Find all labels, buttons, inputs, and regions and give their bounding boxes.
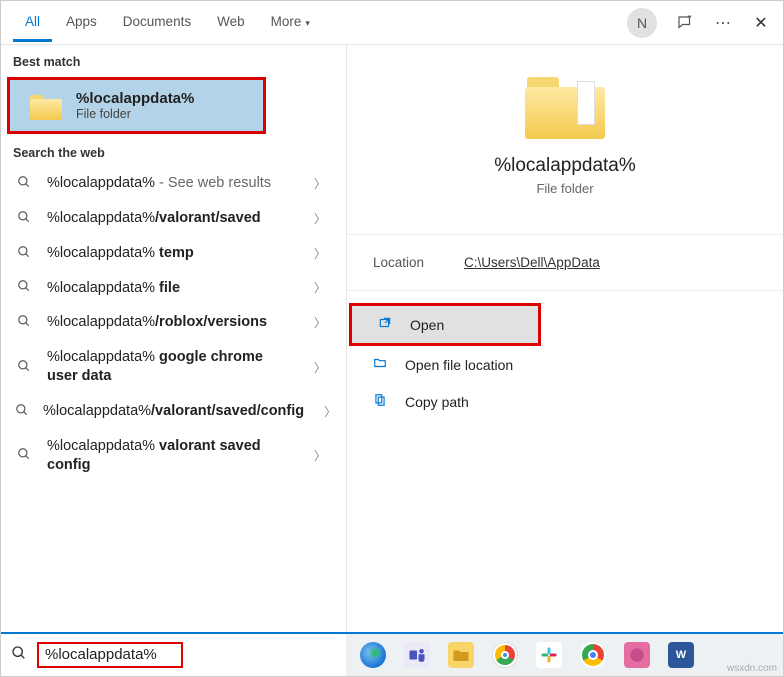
best-match-label: Best match (1, 45, 346, 75)
action-copy-path-label: Copy path (405, 394, 469, 410)
search-icon (15, 245, 33, 262)
close-icon[interactable]: ✕ (751, 13, 771, 33)
search-web-label: Search the web (1, 136, 346, 166)
result-text: %localappdata% - See web results (47, 174, 294, 193)
results-panel: Best match %localappdata% File folder Se… (1, 45, 346, 632)
search-icon (15, 447, 33, 464)
web-result-row[interactable]: %localappdata% google chrome user data 〉 (1, 340, 346, 394)
search-icon (15, 279, 33, 296)
chevron-right-icon[interactable]: 〉 (308, 279, 332, 296)
web-result-row[interactable]: %localappdata% valorant saved config 〉 (1, 429, 346, 483)
search-icon (15, 175, 33, 192)
feedback-icon[interactable] (675, 13, 695, 33)
preview-actions: Open Open file location Copy path (347, 303, 783, 420)
chevron-right-icon[interactable]: 〉 (308, 245, 332, 262)
watermark: wsxdn.com (727, 663, 777, 674)
best-match-title: %localappdata% (76, 90, 194, 107)
preview-subtitle: File folder (347, 181, 783, 196)
taskbar-word-icon[interactable]: W (668, 642, 694, 668)
more-options-icon[interactable]: ⋯ (713, 13, 733, 33)
preview-panel: %localappdata% File folder Location C:\U… (346, 45, 783, 632)
action-open-location[interactable]: Open file location (347, 346, 783, 383)
tab-more[interactable]: More▾ (259, 4, 322, 42)
chevron-right-icon[interactable]: 〉 (308, 210, 332, 227)
taskbar-app-icon[interactable] (624, 642, 650, 668)
action-copy-path[interactable]: Copy path (347, 383, 783, 420)
best-match-subtitle: File folder (76, 107, 194, 121)
result-text: %localappdata%/valorant/saved/config (43, 402, 304, 421)
chevron-down-icon: ▾ (305, 18, 310, 28)
result-text: %localappdata%/valorant/saved (47, 209, 294, 228)
chevron-right-icon[interactable]: 〉 (308, 175, 332, 192)
web-result-row[interactable]: %localappdata% file 〉 (1, 271, 346, 306)
folder-icon (30, 92, 62, 120)
chevron-right-icon[interactable]: 〉 (308, 447, 332, 464)
result-text: %localappdata% valorant saved config (47, 437, 294, 475)
taskbar-slack-icon[interactable] (536, 642, 562, 668)
search-box (1, 634, 346, 676)
web-result-row[interactable]: %localappdata% - See web results 〉 (1, 166, 346, 201)
tab-all[interactable]: All (13, 4, 52, 42)
taskbar-edge-icon[interactable] (360, 642, 386, 668)
folder-icon-large (525, 73, 605, 139)
tab-web[interactable]: Web (205, 4, 257, 42)
web-result-row[interactable]: %localappdata%/valorant/saved/config 〉 (1, 394, 346, 429)
tab-documents[interactable]: Documents (111, 4, 203, 42)
web-result-row[interactable]: %localappdata%/valorant/saved 〉 (1, 201, 346, 236)
folder-location-icon (373, 356, 389, 373)
search-icon (15, 210, 33, 227)
result-text: %localappdata% file (47, 279, 294, 298)
web-results-list: %localappdata% - See web results〉%locala… (1, 166, 346, 482)
result-text: %localappdata% temp (47, 244, 294, 263)
web-result-row[interactable]: %localappdata%/roblox/versions 〉 (1, 305, 346, 340)
search-icon (15, 359, 33, 376)
search-icon (15, 403, 29, 420)
chevron-right-icon[interactable]: 〉 (308, 359, 332, 376)
best-match-text: %localappdata% File folder (76, 90, 194, 121)
taskbar: W (346, 634, 783, 676)
location-label: Location (373, 255, 424, 270)
best-match-result[interactable]: %localappdata% File folder (7, 77, 266, 134)
topbar-right: N ⋯ ✕ (627, 8, 771, 38)
action-open-label: Open (410, 317, 444, 333)
taskbar-teams-icon[interactable] (404, 642, 430, 668)
taskbar-chrome-icon[interactable] (492, 642, 518, 668)
location-row: Location C:\Users\Dell\AppData (347, 234, 783, 291)
search-icon (11, 645, 27, 665)
web-result-row[interactable]: %localappdata% temp 〉 (1, 236, 346, 271)
scope-tabs: All Apps Documents Web More▾ (13, 4, 322, 42)
chevron-right-icon[interactable]: 〉 (308, 314, 332, 331)
search-icon (15, 314, 33, 331)
open-icon (378, 316, 394, 333)
taskbar-explorer-icon[interactable] (448, 642, 474, 668)
bottom-bar: W (1, 632, 783, 676)
result-text: %localappdata% google chrome user data (47, 348, 294, 386)
user-avatar[interactable]: N (627, 8, 657, 38)
action-open[interactable]: Open (352, 306, 538, 343)
top-tabs-bar: All Apps Documents Web More▾ N ⋯ ✕ (1, 1, 783, 45)
taskbar-chrome2-icon[interactable] (580, 642, 606, 668)
location-link[interactable]: C:\Users\Dell\AppData (464, 255, 600, 270)
search-input[interactable] (45, 646, 175, 663)
preview-title: %localappdata% (347, 155, 783, 177)
copy-icon (373, 393, 389, 410)
chevron-right-icon[interactable]: 〉 (318, 403, 342, 420)
action-open-location-label: Open file location (405, 357, 513, 373)
tab-apps[interactable]: Apps (54, 4, 109, 42)
result-text: %localappdata%/roblox/versions (47, 313, 294, 332)
